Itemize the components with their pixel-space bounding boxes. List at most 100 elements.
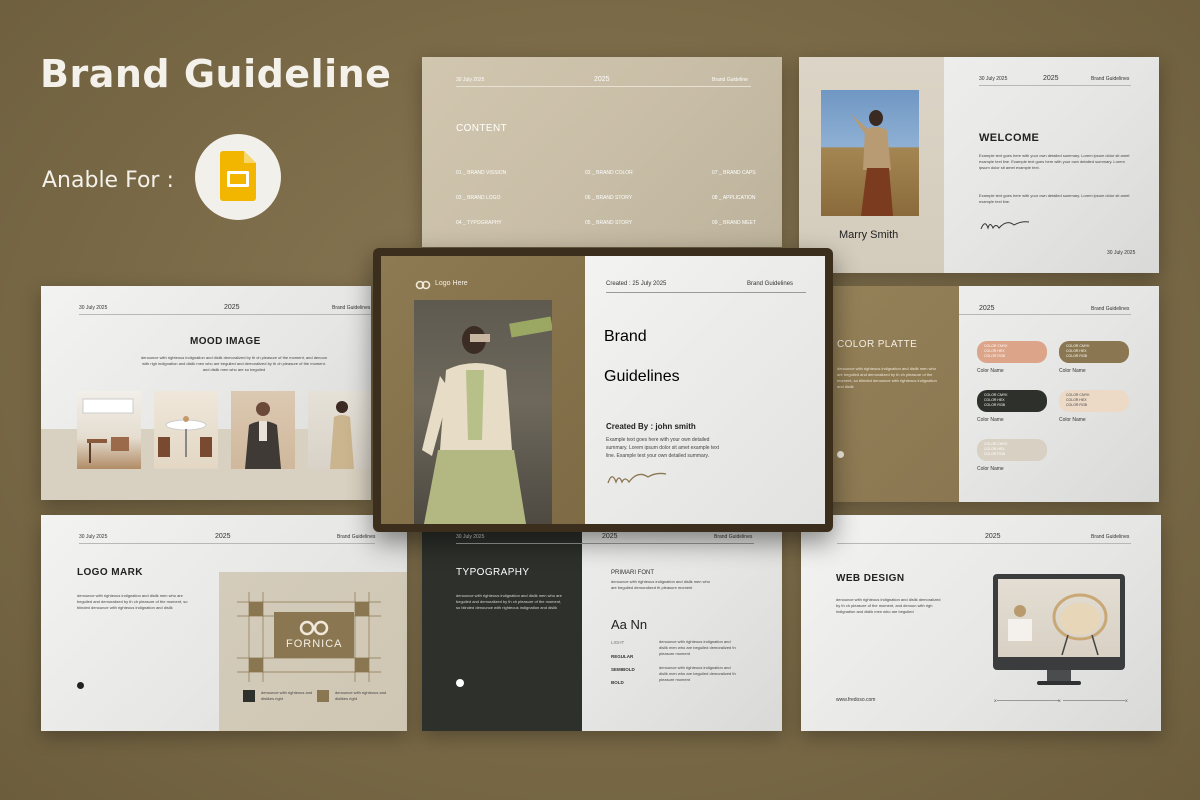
slide-mood-image[interactable]: 30 July 2025 2025 Brand Guidelines MOOD …	[41, 286, 371, 500]
google-slides-icon	[220, 151, 256, 201]
typography-panel	[422, 515, 582, 731]
color-title: COLOR PLATTE	[837, 339, 918, 350]
swatch-code: COLOR CMYK COLOR HEX COLOR RGB	[984, 393, 1008, 407]
swatch-label: Color Name	[977, 417, 1004, 423]
typography-title: TYPOGRAPHY	[456, 567, 530, 578]
legend-text: denounce with righteous and dislikes rig…	[261, 690, 313, 701]
slide-year: 2025	[602, 533, 618, 540]
logo-text: denounce with righteous indignation and …	[77, 593, 188, 610]
weight-bold: BOLD	[611, 680, 624, 685]
swatch-code: COLOR CMYK COLOR HEX COLOR RGB	[1066, 393, 1090, 407]
font-sample: Aa Nn	[611, 617, 648, 632]
swatch-label: Color Name	[977, 466, 1004, 472]
mood-title: MOOD IMAGE	[190, 336, 261, 347]
logo-icon	[415, 280, 431, 290]
content-title: CONTENT	[456, 123, 508, 134]
swatch-code: COLOR CMYK COLOR HEX COLOR RGB	[1066, 344, 1090, 358]
content-item: 01 _ BRAND VISSION	[456, 170, 507, 176]
slide-date: 30 July 2025	[456, 534, 485, 540]
mood-photo-dining	[154, 391, 218, 469]
welcome-text: Example text goes here with your own det…	[979, 153, 1130, 170]
logo-title: LOGO MARK	[77, 567, 143, 578]
nav-x[interactable]: X	[1058, 698, 1061, 703]
welcome-text: Example text goes here with your own det…	[979, 193, 1130, 204]
monitor-base	[1037, 681, 1081, 685]
slide-brand: Brand Guidelines	[1091, 76, 1130, 82]
nav-x[interactable]: X	[1125, 698, 1128, 703]
available-label: Anable For :	[42, 168, 174, 193]
typography-text: denounce with righteous indignation and …	[456, 593, 562, 610]
content-item: 06 _ BRAND STORY	[585, 195, 633, 201]
content-item: 02 _ BRAND COLOR	[585, 170, 633, 176]
slide-date: 30 July 2025	[79, 305, 108, 311]
page-title: Brand Guideline	[40, 52, 392, 96]
legend-swatch-olive	[317, 690, 329, 702]
mood-photo-person	[231, 391, 295, 469]
chair-icon	[1008, 593, 1108, 656]
slide-dot	[77, 682, 84, 689]
person-name: Marry Smith	[839, 229, 899, 241]
google-slides-badge	[195, 134, 281, 220]
monitor	[993, 574, 1125, 670]
swatch-code: COLOR CMYK COLOR HEX COLOR RGB	[984, 344, 1008, 358]
slide-date: 30 July 2025	[979, 76, 1008, 82]
weight-light: LIGHT	[611, 640, 625, 645]
web-title: WEB DESIGN	[836, 573, 905, 584]
slide-brand: Brand Guidelines	[332, 305, 371, 311]
signature-icon	[607, 472, 667, 484]
color-text: denounce with righteous indignation and …	[837, 366, 937, 389]
swatch-label: Color Name	[1059, 368, 1086, 374]
welcome-title: WELCOME	[979, 132, 1040, 144]
logo-panel: FORNICA denounce with righteous and disl…	[219, 572, 407, 731]
slide-typography[interactable]: 30 July 2025 2025 Brand Guidelines TYPOG…	[422, 515, 782, 731]
portrait-photo	[821, 90, 919, 216]
logo-text: Logo Here	[435, 280, 468, 287]
content-item: 05 _ BRAND STORY	[585, 220, 633, 226]
slide-brand: Brand Guidelines	[1091, 306, 1130, 312]
hero-created: Created : 25 July 2025	[606, 281, 667, 287]
slide-year: 2025	[224, 304, 240, 311]
slide-brand: Brand Guideline	[712, 77, 748, 83]
hero-title-line2: Guidelines	[604, 368, 680, 385]
web-text: denounce with righteous indignation and …	[836, 597, 941, 614]
hero-created-by: Created By : john smith	[606, 422, 696, 431]
hero-content: Created : 25 July 2025 Brand Guidelines …	[585, 256, 825, 524]
swatch-code: COLOR CMYK COLOR HEX COLOR RGB	[984, 442, 1008, 456]
content-item: 04 _ TYPOGRAPHY	[456, 220, 502, 226]
slide-year: 2025	[594, 76, 610, 83]
slide-date: 30 July 2025	[79, 534, 108, 540]
hero-photo	[414, 300, 552, 524]
slide-year: 2025	[215, 533, 231, 540]
web-url[interactable]: www.fredoso.com	[836, 697, 875, 703]
slide-web-design[interactable]: 2025 Brand Guidelines WEB DESIGN denounc…	[801, 515, 1161, 731]
slide-welcome[interactable]: Marry Smith 30 July 2025 2025 Brand Guid…	[799, 57, 1159, 273]
weight-text: denounce with righteous indignation and …	[659, 665, 736, 682]
signature-icon	[980, 221, 1030, 230]
weight-semibold: SEMIBOLD	[611, 667, 635, 672]
slide-year: 2025	[979, 305, 995, 312]
slide-year: 2025	[985, 533, 1001, 540]
hero-title-line1: Brand	[604, 328, 647, 345]
swatch-label: Color Name	[1059, 417, 1086, 423]
slide-logo-mark[interactable]: 30 July 2025 2025 Brand Guidelines LOGO …	[41, 515, 407, 731]
font-title: PRIMARI FONT	[611, 570, 654, 576]
mood-text: denounce with righteous indignation and …	[140, 355, 328, 372]
slide-dot	[456, 679, 464, 687]
slide-content[interactable]: 30 July 2025 2025 Brand Guideline CONTEN…	[422, 57, 782, 247]
slide-color-palette[interactable]: 2025 Brand Guidelines COLOR PLATTE denou…	[799, 286, 1159, 502]
hero-frame[interactable]: Logo Here Created : 25 July 2025 Brand G…	[373, 248, 833, 532]
swatch-label: Color Name	[977, 368, 1004, 374]
slide-date: 30 July 2025	[456, 77, 485, 83]
slide-dot	[837, 451, 844, 458]
slide-year: 2025	[1043, 75, 1059, 82]
logo-grid	[237, 592, 381, 682]
mood-photo-fashion	[308, 391, 371, 469]
weight-text: denounce with righteous indignation and …	[659, 639, 736, 656]
hero-summary: Example text goes here with your own det…	[606, 437, 720, 459]
legend-swatch-dark	[243, 690, 255, 702]
content-item: 07 _ BRAND CAPS	[712, 170, 756, 176]
content-item: 03 _ BRAND LOGO	[456, 195, 501, 201]
logo-wordmark: FORNICA	[286, 638, 343, 650]
content-item: 08 _ APPLICATION	[712, 195, 756, 201]
nav-x[interactable]: X	[994, 698, 997, 703]
